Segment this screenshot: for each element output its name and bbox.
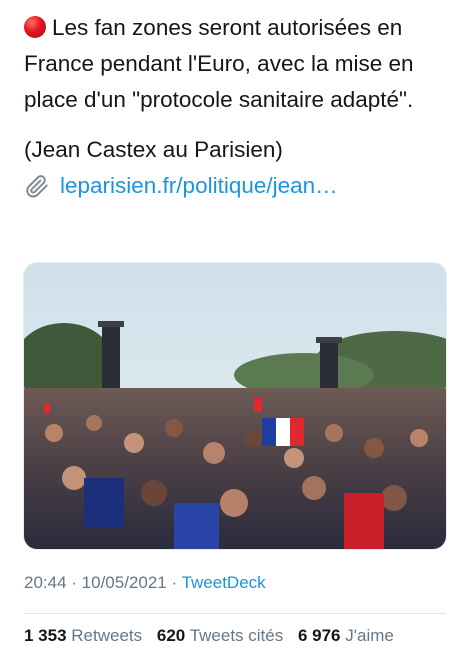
meta-separator: ·: [66, 573, 82, 592]
tweet-link[interactable]: leparisien.fr/politique/jean…: [24, 168, 454, 204]
tweet-date: 10/05/2021: [81, 573, 167, 592]
crowd-photo-image: [24, 263, 446, 549]
paperclip-icon: [26, 175, 48, 198]
tweet-client-link[interactable]: TweetDeck: [182, 573, 266, 592]
tweet-paragraph: Les fan zones seront autorisées en Franc…: [24, 10, 454, 118]
likes-stat[interactable]: 6 976 J'aime: [298, 626, 394, 645]
tweet-source-text: (Jean Castex au Parisien): [24, 137, 283, 162]
tweet-text-line: Les fan zones seront autorisées en Franc…: [24, 15, 414, 112]
red-circle-emoji-icon: [24, 16, 46, 38]
retweets-count: 1 353: [24, 626, 67, 645]
tweet-link-text[interactable]: leparisien.fr/politique/jean…: [60, 168, 338, 204]
quotes-stat[interactable]: 620 Tweets cités: [157, 626, 283, 645]
quotes-label: Tweets cités: [189, 626, 284, 645]
tweet-time: 20:44: [24, 573, 67, 592]
meta-separator: ·: [166, 573, 182, 592]
tweet-stats: 1 353 Retweets 620 Tweets cités 6 976 J'…: [24, 626, 394, 646]
tweet-body: Les fan zones seront autorisées en Franc…: [24, 10, 454, 204]
quotes-count: 620: [156, 626, 186, 645]
likes-count: 6 976: [297, 626, 341, 645]
tweet-meta: 20:44 · 10/05/2021 · TweetDeck: [24, 573, 266, 593]
retweets-label: Retweets: [71, 626, 143, 645]
tweet-photo[interactable]: [23, 262, 447, 550]
retweets-stat[interactable]: 1 353 Retweets: [24, 626, 142, 645]
likes-label: J'aime: [345, 626, 394, 645]
divider: [24, 613, 446, 614]
